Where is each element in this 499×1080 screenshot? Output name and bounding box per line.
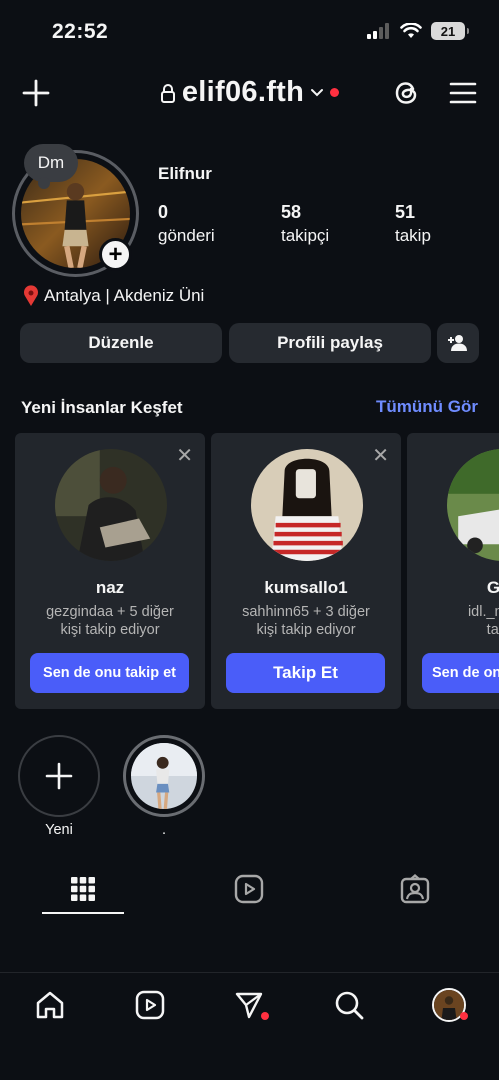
active-tab-indicator — [42, 912, 124, 914]
bio-location: Antalya | Akdeniz Üni — [22, 285, 204, 307]
notification-dot — [330, 88, 340, 97]
stat-following[interactable]: 51 takip — [395, 202, 431, 246]
bio-location-text: Antalya | Akdeniz Üni — [44, 286, 205, 305]
highlight-new[interactable]: Yeni — [18, 735, 100, 838]
suggestion-name: kumsallo1 — [264, 578, 348, 597]
menu-hamburger-icon[interactable] — [447, 77, 479, 109]
stat-posts[interactable]: 0 gönderi — [158, 202, 215, 246]
plus-icon — [45, 762, 73, 790]
full-name: Elifnur — [158, 164, 212, 183]
suggestion-name: naz — [95, 578, 125, 597]
suggestion-mutuals: sahhinn65 + 3 diğer kişi takip ediyor — [211, 603, 401, 639]
suggestion-card[interactable]: ✕ naz gezgindaa + 5 diğer kişi takip edi… — [15, 433, 205, 709]
messages-notification-dot — [261, 1012, 269, 1020]
suggestion-mutuals: gezgindaa + 5 diğer kişi takip ediyor — [15, 603, 205, 639]
note-bubble[interactable]: Dm — [24, 144, 78, 189]
suggestion-mutuals-line2: kişi takip ediyor — [60, 622, 160, 638]
dismiss-suggestion-close-icon[interactable]: ✕ — [176, 443, 193, 468]
suggestion-mutuals-line2: kişi takip ediyor — [256, 622, 356, 638]
suggestion-mutuals-line2: takip — [486, 622, 499, 638]
stat-following-label: takip — [395, 226, 431, 245]
highlight-item[interactable]: . — [123, 735, 205, 838]
account-switcher[interactable]: elif06.fth — [0, 76, 499, 109]
status-time: 22:52 — [52, 20, 109, 43]
edit-profile-button[interactable]: Düzenle — [20, 323, 222, 363]
posts-grid-tab-icon[interactable] — [68, 874, 98, 904]
follow-back-button[interactable]: Sen de on — [422, 653, 499, 693]
suggestion-mutuals-line1: idl._mr + 1 — [467, 604, 499, 620]
suggestion-photo — [55, 449, 167, 561]
stat-following-count: 51 — [395, 202, 416, 222]
see-all-link[interactable]: Tümünü Gör — [376, 397, 478, 417]
location-pin-icon — [24, 285, 38, 306]
add-story-plus-icon[interactable]: + — [99, 238, 132, 271]
reels-tab-icon[interactable] — [233, 873, 265, 905]
suggestion-mutuals-line1: sahhinn65 + 3 diğer — [242, 604, 370, 620]
highlight-circle — [123, 735, 205, 817]
discover-people-button[interactable] — [437, 323, 479, 363]
search-icon[interactable] — [332, 988, 366, 1022]
battery-indicator: 21 — [431, 22, 469, 40]
highlight-cover — [131, 743, 197, 809]
cellular-signal-icon — [367, 23, 389, 39]
suggestion-mutuals: idl._mr + 1 takip — [407, 603, 499, 639]
tagged-tab-icon[interactable] — [399, 873, 431, 905]
suggestion-card[interactable]: Gür idl._mr + 1 takip Sen de on — [407, 433, 499, 709]
lock-icon — [160, 83, 175, 103]
suggestion-card-clip: Gür idl._mr + 1 takip Sen de on — [407, 433, 499, 709]
dismiss-suggestion-close-icon[interactable]: ✕ — [372, 443, 389, 468]
suggestion-mutuals-line1: gezgindaa + 5 diğer — [46, 604, 174, 620]
home-icon[interactable] — [33, 988, 67, 1022]
highlight-label: . — [161, 822, 167, 838]
suggestion-photo — [447, 449, 499, 561]
stat-followers[interactable]: 58 takipçi — [281, 202, 329, 246]
threads-icon[interactable] — [391, 77, 423, 109]
chevron-down-icon — [311, 88, 324, 96]
stat-posts-count: 0 — [158, 202, 169, 222]
suggestion-photo — [251, 449, 363, 561]
add-person-icon — [448, 335, 467, 351]
stat-posts-label: gönderi — [158, 226, 215, 245]
status-icons: 21 — [367, 22, 469, 40]
follow-button[interactable]: Takip Et — [226, 653, 385, 693]
discover-people-title: Yeni İnsanlar Keşfet — [21, 398, 183, 417]
profile-notification-dot — [460, 1012, 468, 1020]
follow-back-button[interactable]: Sen de onu takip et — [30, 653, 189, 693]
suggestion-card[interactable]: ✕ kumsallo1 sahhinn65 + 3 diğer kişi tak… — [211, 433, 401, 709]
highlight-label: Yeni — [45, 822, 73, 838]
username: elif06.fth — [181, 76, 305, 108]
stat-followers-label: takipçi — [281, 226, 330, 245]
share-profile-button[interactable]: Profili paylaş — [229, 323, 431, 363]
stat-followers-count: 58 — [281, 202, 302, 222]
new-highlight-circle — [18, 735, 100, 817]
wifi-icon — [400, 23, 422, 38]
suggestion-name: Gür — [486, 578, 499, 597]
reels-icon[interactable] — [133, 988, 167, 1022]
